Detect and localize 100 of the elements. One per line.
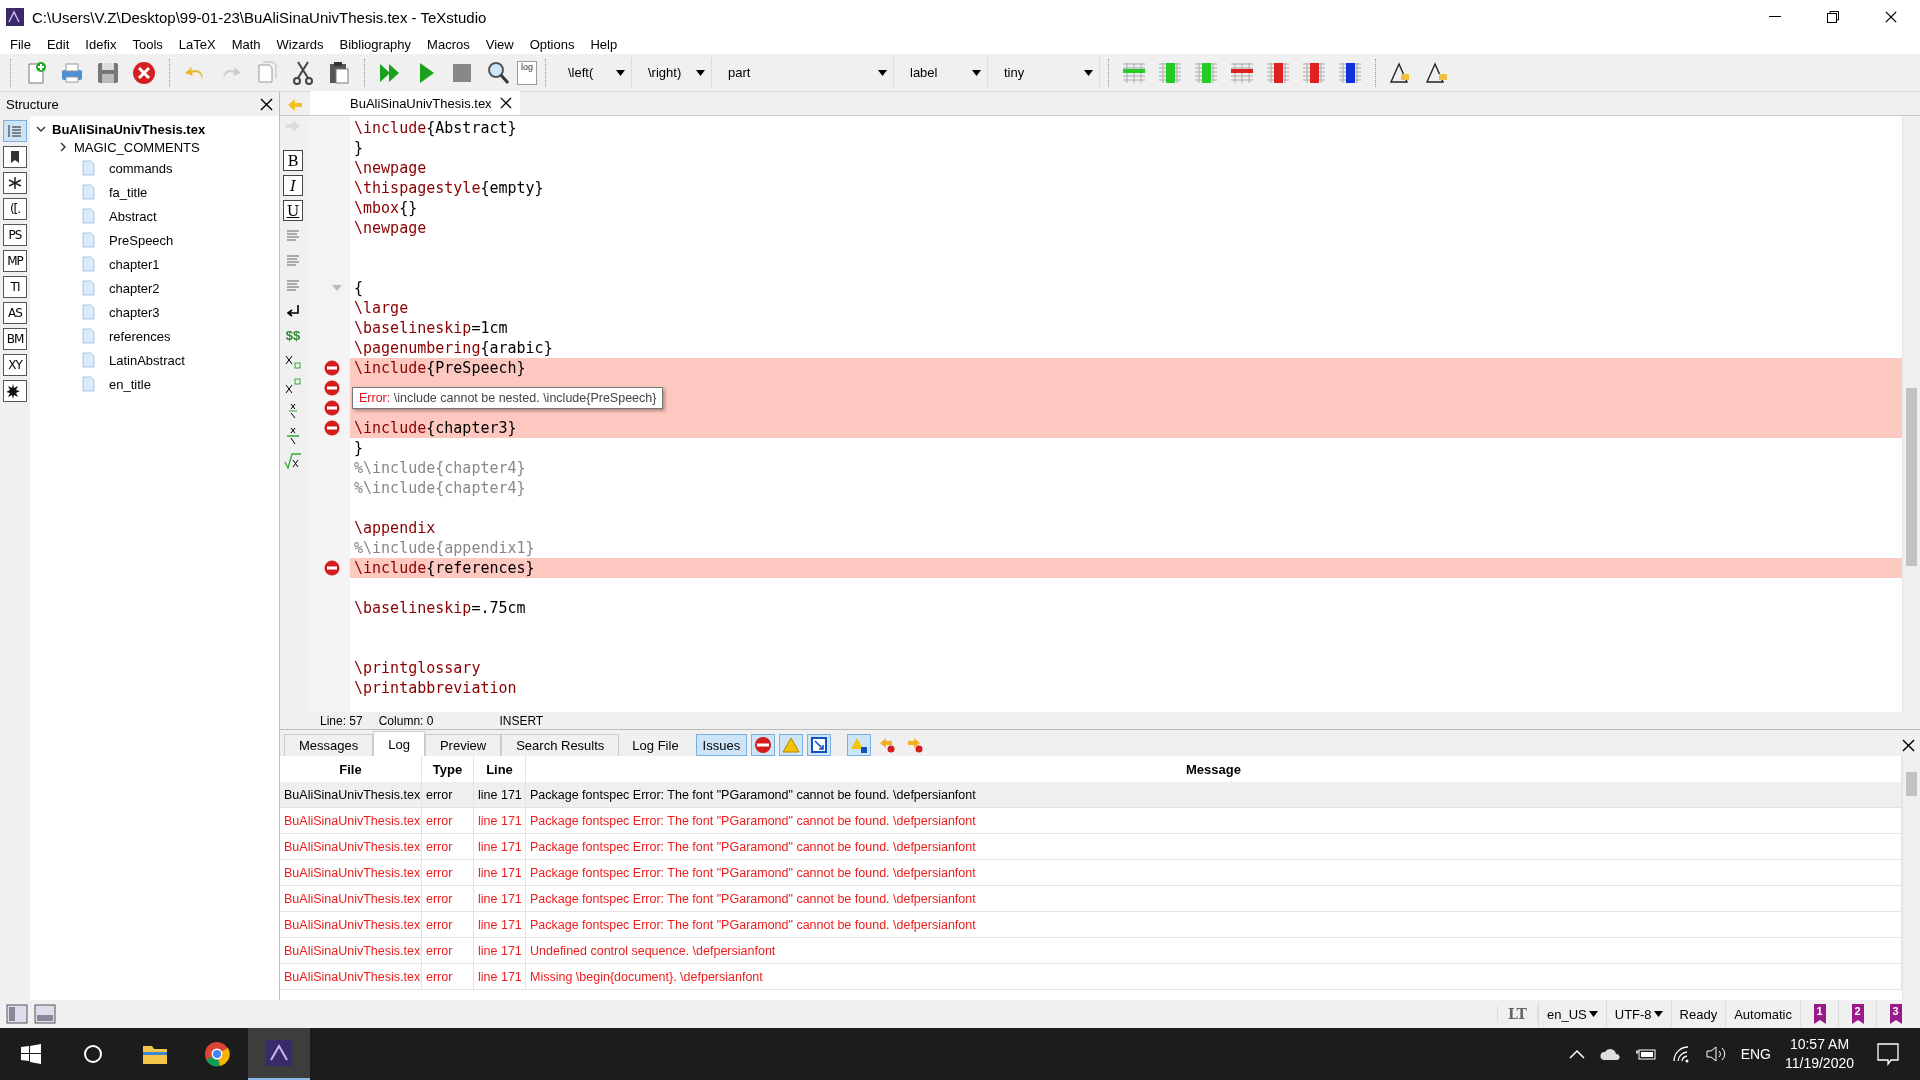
menu-item[interactable]: Help xyxy=(582,34,626,54)
asterisk-tool-button[interactable] xyxy=(3,172,27,194)
italic-button[interactable]: I xyxy=(283,175,303,196)
close-icon[interactable] xyxy=(1901,738,1915,752)
menu-item[interactable]: LaTeX xyxy=(170,34,224,54)
panel-tab[interactable]: Search Results xyxy=(501,734,620,756)
structure-tool-button[interactable]: AS xyxy=(3,302,27,324)
wifi-icon[interactable] xyxy=(1670,1045,1691,1063)
panel-tab[interactable]: Messages xyxy=(284,734,374,756)
box-filter-button[interactable] xyxy=(807,734,832,756)
tree-item[interactable]: chapter1 xyxy=(109,256,160,272)
view-log-button[interactable]: log xyxy=(517,60,537,85)
dropdown[interactable]: label xyxy=(896,57,988,88)
table-cell[interactable]: line 171 xyxy=(474,912,526,938)
keyboard-language[interactable]: ENG xyxy=(1740,1046,1771,1062)
status-button[interactable]: Ready xyxy=(1670,1001,1726,1027)
structure-tool-button[interactable]: PS xyxy=(3,224,27,246)
table-cell[interactable]: line 171 xyxy=(474,860,526,886)
bookmark-button[interactable]: 3 xyxy=(1876,1001,1914,1027)
structure-tool-button[interactable]: TI xyxy=(3,276,27,298)
menu-item[interactable]: Math xyxy=(223,34,269,54)
speaker-icon[interactable] xyxy=(1704,1045,1727,1063)
table-cell[interactable]: Package fontspec Error: The font "PGaramond" cannot be found. \defpersianfont xyxy=(526,834,1902,860)
menu-item[interactable]: Macros xyxy=(419,34,478,54)
burst-tool-button[interactable] xyxy=(3,380,27,402)
table-cell[interactable]: BuAliSinaUnivThesis.tex xyxy=(280,886,422,912)
math-mode-button[interactable]: $$ xyxy=(283,325,303,346)
tree-item[interactable]: en_title xyxy=(109,376,151,392)
dropdown[interactable]: part xyxy=(714,57,894,88)
error-filter-button[interactable] xyxy=(751,734,776,756)
clock[interactable]: 10:57 AM 11/19/2020 xyxy=(1784,1035,1854,1073)
bold-button[interactable]: B xyxy=(283,150,303,171)
dropdown[interactable]: \left( xyxy=(554,57,632,88)
menu-item[interactable]: File xyxy=(2,34,39,54)
close-icon[interactable] xyxy=(260,97,273,111)
bookmark-button[interactable]: 2 xyxy=(1838,1001,1876,1027)
table-cell[interactable]: line 171 xyxy=(474,964,526,990)
structure-tool-button[interactable]: XY xyxy=(3,354,27,376)
battery-icon[interactable] xyxy=(1634,1047,1657,1061)
panel-tab[interactable]: Preview xyxy=(424,734,502,756)
table-cell[interactable]: Undefined control sequence. \defpersianfont xyxy=(526,938,1902,964)
cloud-icon[interactable] xyxy=(1598,1047,1621,1061)
menu-item[interactable]: Idefix xyxy=(77,34,125,54)
table-cell[interactable]: error xyxy=(422,964,474,990)
marker-button[interactable] xyxy=(847,734,872,756)
close-icon[interactable] xyxy=(1885,11,1897,23)
tree-item[interactable]: Abstract xyxy=(109,208,157,224)
table-cell[interactable]: line 171 xyxy=(474,938,526,964)
scrollbar[interactable] xyxy=(1902,116,1920,712)
panel-tab[interactable]: Log xyxy=(373,731,425,756)
close-icon[interactable] xyxy=(500,97,512,109)
sqrt-button[interactable] xyxy=(283,450,303,471)
tree-item[interactable]: references xyxy=(109,328,171,344)
menu-item[interactable]: Options xyxy=(521,34,583,54)
tree-item[interactable]: chapter2 xyxy=(109,280,160,296)
table-cell[interactable]: Missing \begin{document}. \defpersianfont xyxy=(526,964,1902,990)
dropdown[interactable]: \right) xyxy=(634,57,712,88)
menu-item[interactable]: View xyxy=(477,34,522,54)
tree-item[interactable]: chapter3 xyxy=(109,304,160,320)
status-button[interactable]: Automatic xyxy=(1725,1001,1800,1027)
table-cell[interactable]: Package fontspec Error: The font "PGaramond" cannot be found. \defpersianfont xyxy=(526,912,1902,938)
table-cell[interactable]: BuAliSinaUnivThesis.tex xyxy=(280,834,422,860)
document-tab[interactable]: BuAliSinaUnivThesis.tex xyxy=(310,91,520,115)
language-selector[interactable]: en_US xyxy=(1538,1001,1606,1027)
tree-item[interactable]: fa_title xyxy=(109,184,148,200)
tree-item[interactable]: commands xyxy=(109,160,173,176)
bookmark-tool-button[interactable] xyxy=(3,146,27,168)
encoding-selector[interactable]: UTF-8 xyxy=(1605,1001,1671,1027)
table-cell[interactable]: error xyxy=(422,912,474,938)
table-cell[interactable]: line 171 xyxy=(474,886,526,912)
tree-item[interactable]: LatinAbstract xyxy=(109,352,185,368)
structure-tool-button[interactable]: ([. xyxy=(3,198,27,220)
table-cell[interactable]: Package fontspec Error: The font "PGaramond" cannot be found. \defpersianfont xyxy=(526,782,1902,808)
table-cell[interactable]: error xyxy=(422,938,474,964)
table-cell[interactable]: Package fontspec Error: The font "PGaramond" cannot be found. \defpersianfont xyxy=(526,860,1902,886)
table-cell[interactable]: BuAliSinaUnivThesis.tex xyxy=(280,912,422,938)
table-cell[interactable]: BuAliSinaUnivThesis.tex xyxy=(280,964,422,990)
tree-item[interactable]: BuAliSinaUnivThesis.tex xyxy=(52,121,206,137)
underline-button[interactable]: U xyxy=(283,200,303,221)
texstudio-taskbar-button[interactable] xyxy=(248,1028,310,1080)
structure-tool-button[interactable]: BM xyxy=(3,328,27,350)
bookmark-button[interactable]: 1 xyxy=(1800,1001,1838,1027)
table-cell[interactable]: BuAliSinaUnivThesis.tex xyxy=(280,860,422,886)
table-cell[interactable]: Package fontspec Error: The font "PGaramond" cannot be found. \defpersianfont xyxy=(526,886,1902,912)
menu-item[interactable]: Wizards xyxy=(268,34,332,54)
table-cell[interactable]: error xyxy=(422,782,474,808)
table-cell[interactable]: error xyxy=(422,808,474,834)
table-cell[interactable]: BuAliSinaUnivThesis.tex xyxy=(280,782,422,808)
table-cell[interactable]: error xyxy=(422,886,474,912)
dropdown[interactable]: tiny xyxy=(990,57,1100,88)
chevron-up-icon[interactable] xyxy=(1568,1049,1585,1059)
tree-item[interactable]: PreSpeech xyxy=(109,232,174,248)
panel-toggle-icon[interactable] xyxy=(6,1004,28,1024)
tree-item[interactable]: MAGIC_COMMENTS xyxy=(74,139,200,155)
log-file-button[interactable]: Log File xyxy=(625,734,686,756)
panel-toggle-icon[interactable] xyxy=(34,1004,56,1024)
menu-item[interactable]: Edit xyxy=(38,34,78,54)
table-cell[interactable]: error xyxy=(422,834,474,860)
table-cell[interactable]: BuAliSinaUnivThesis.tex xyxy=(280,808,422,834)
structure-tool-button[interactable]: MP xyxy=(3,250,27,272)
